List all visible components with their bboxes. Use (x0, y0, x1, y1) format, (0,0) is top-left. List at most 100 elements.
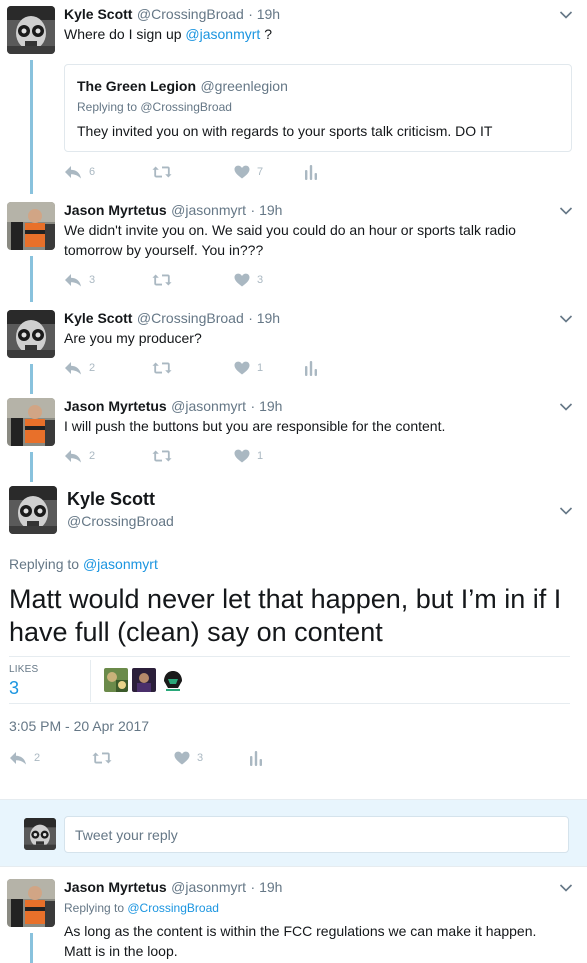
tweet-actions: 6 7 (64, 164, 318, 180)
like-count: 7 (257, 166, 264, 178)
heart-icon (234, 273, 250, 287)
chevron-down-icon[interactable] (559, 402, 573, 412)
quoted-tweet[interactable]: The Green Legion @greenlegion Replying t… (64, 64, 572, 152)
author-handle[interactable]: @CrossingBroad (137, 6, 244, 22)
retweet-icon (152, 449, 172, 463)
analytics-icon (249, 750, 263, 766)
heart-icon (234, 361, 250, 375)
analytics-icon (304, 164, 318, 180)
retweet-icon (92, 751, 112, 765)
like-button[interactable]: 7 (234, 165, 304, 179)
analytics-button[interactable] (304, 360, 318, 376)
tweet-text: Matt is in the loop. (64, 943, 178, 959)
reply-button[interactable]: 2 (64, 361, 152, 375)
avatar[interactable] (7, 879, 55, 927)
like-button[interactable]: 3 (174, 751, 249, 765)
like-button[interactable]: 1 (234, 361, 304, 375)
quoted-author-handle: @greenlegion (200, 78, 288, 94)
liker-avatar[interactable] (160, 668, 186, 694)
liker-avatar[interactable] (104, 668, 128, 692)
reply-count: 2 (34, 752, 41, 764)
tweet-time[interactable]: · 19h (248, 310, 280, 326)
tweet-timestamp[interactable]: 3:05 PM - 20 Apr 2017 (9, 718, 149, 734)
tweet-time[interactable]: · 19h (248, 6, 280, 22)
replying-to: Replying to @CrossingBroad (64, 901, 219, 915)
tweet-time[interactable]: · 19h (251, 879, 283, 895)
author-handle[interactable]: @CrossingBroad (137, 310, 244, 326)
mention-link[interactable]: @jasonmyrt (83, 556, 158, 572)
reply-button[interactable]: 2 (9, 751, 92, 765)
mention-link[interactable]: @CrossingBroad (127, 901, 219, 915)
heart-icon (234, 449, 250, 463)
likes-label: LIKES (9, 664, 39, 675)
author-handle[interactable]: @jasonmyrt (171, 879, 246, 895)
analytics-button[interactable] (304, 164, 318, 180)
author-handle[interactable]: @jasonmyrt (171, 398, 246, 414)
author-handle[interactable]: @CrossingBroad (67, 513, 174, 529)
reply-button[interactable]: 2 (64, 449, 152, 463)
chevron-down-icon[interactable] (559, 206, 573, 216)
reply-count: 6 (89, 166, 96, 178)
retweet-button[interactable] (152, 361, 234, 375)
reply-input[interactable]: Tweet your reply (64, 816, 569, 853)
like-count: 3 (197, 752, 204, 764)
tweet-text: I will push the buttons but you are resp… (64, 418, 446, 434)
reply-icon (9, 751, 27, 765)
author-name[interactable]: Kyle Scott (67, 489, 155, 510)
tweet-text: We didn't invite you on. We said you cou… (64, 222, 516, 238)
author-name[interactable]: Jason Myrtetus (64, 398, 167, 414)
retweet-button[interactable] (152, 273, 234, 287)
like-count: 3 (257, 274, 264, 286)
thread-line (30, 933, 33, 963)
mention-link[interactable]: @jasonmyrt (185, 26, 260, 42)
retweet-button[interactable] (152, 449, 234, 463)
thread-line (30, 364, 33, 394)
avatar (24, 818, 56, 850)
tweet-text: Are you my producer? (64, 330, 202, 346)
chevron-down-icon[interactable] (559, 883, 573, 893)
reply-button[interactable]: 6 (64, 165, 152, 179)
divider (90, 660, 91, 702)
avatar[interactable] (7, 398, 55, 446)
avatar[interactable] (7, 202, 55, 250)
chevron-down-icon[interactable] (559, 10, 573, 20)
heart-icon (234, 165, 250, 179)
author-name[interactable]: Jason Myrtetus (64, 879, 167, 895)
reply-count: 2 (89, 450, 96, 462)
reply-icon (64, 165, 82, 179)
focused-tweet-text: Matt would never let that happen, but I’… (9, 584, 562, 614)
author-name[interactable]: Kyle Scott (64, 6, 132, 22)
avatar[interactable] (9, 486, 57, 534)
chevron-down-icon[interactable] (559, 314, 573, 324)
avatar[interactable] (7, 310, 55, 358)
author-name[interactable]: Jason Myrtetus (64, 202, 167, 218)
reply-icon (64, 361, 82, 375)
tweet-text: As long as the content is within the FCC… (64, 923, 537, 939)
chevron-down-icon[interactable] (559, 506, 573, 516)
reply-icon (64, 273, 82, 287)
reply-count: 2 (89, 362, 96, 374)
likes-count[interactable]: 3 (9, 678, 19, 699)
avatar[interactable] (7, 6, 55, 54)
author-name[interactable]: Kyle Scott (64, 310, 132, 326)
tweet-text: Where do I sign up @jasonmyrt ? (64, 26, 272, 42)
thread-line (30, 60, 33, 194)
like-button[interactable]: 1 (234, 449, 304, 463)
author-handle[interactable]: @jasonmyrt (171, 202, 246, 218)
tweet-actions: 2 1 (64, 360, 318, 376)
divider (9, 703, 570, 704)
replying-to: Replying to @jasonmyrt (9, 556, 158, 572)
retweet-button[interactable] (92, 751, 174, 765)
thread-line (30, 452, 33, 482)
liker-avatar[interactable] (132, 668, 156, 692)
reply-button[interactable]: 3 (64, 273, 152, 287)
quoted-text: They invited you on with regards to your… (77, 123, 493, 139)
analytics-button[interactable] (249, 750, 263, 766)
divider (9, 656, 570, 657)
retweet-button[interactable] (152, 165, 234, 179)
tweet-time[interactable]: · 19h (251, 398, 283, 414)
tweet-time[interactable]: · 19h (251, 202, 283, 218)
like-button[interactable]: 3 (234, 273, 304, 287)
quoted-replying-to: Replying to @CrossingBroad (77, 100, 232, 114)
focused-tweet-text: have full (clean) say on content (9, 617, 383, 647)
